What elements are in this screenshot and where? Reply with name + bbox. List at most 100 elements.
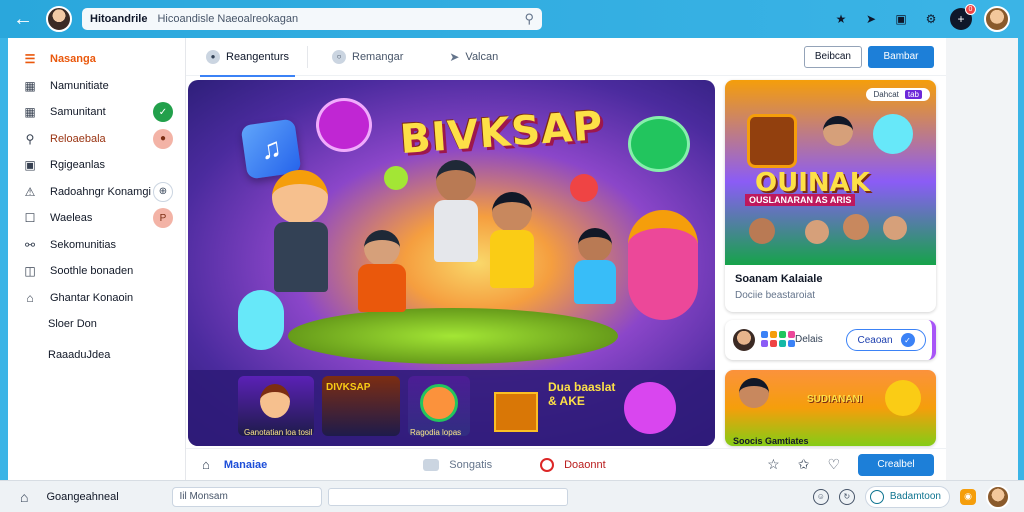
tab-label: Reangenturs: [226, 50, 289, 63]
strip-promo-text: Dua baaslat & AKE: [548, 380, 616, 408]
sidebar-item-rgigeanlas[interactable]: ▣ Rgigeanlas: [8, 152, 185, 179]
menu-icon: ☰: [24, 52, 36, 67]
sidebar-item-waeleas[interactable]: ☐ Waeleas P: [8, 205, 185, 232]
thumbnail-4[interactable]: [488, 376, 542, 436]
p-icon: P: [153, 208, 173, 229]
pink-blob-creature: [624, 382, 676, 434]
left-frame: [0, 38, 8, 480]
profile-avatar[interactable]: [984, 6, 1010, 32]
hero-thumbnail-strip: Ganotatian loa tosil DIVKSAP Ragodia lop…: [188, 370, 715, 446]
hero-title: BIVKSAP: [398, 102, 605, 164]
sidebar-item-label: Radoahngr Konamgi: [50, 185, 151, 198]
url-domain: Hitoandrile: [90, 13, 148, 25]
bell-icon: ⚠: [24, 184, 36, 199]
sidebar-item-samunitant[interactable]: ▦ Samunitant ✓: [8, 99, 185, 126]
promo-caption: Soocis Gamtiates: [733, 436, 809, 446]
thumbnail-caption-2: Ragodia lopas: [410, 428, 462, 437]
cursor-icon[interactable]: ➤: [860, 8, 882, 30]
featured-title: Soanam Kalaiale: [735, 273, 823, 285]
home-icon: ⌂: [26, 290, 34, 305]
sidebar: ☰ Nasanga ▦ Namunitiate ▦ Samunitant ✓ ⚲…: [8, 38, 186, 480]
thumbnail-3[interactable]: [408, 376, 470, 436]
tab-remangar[interactable]: ○ Remangar: [326, 38, 409, 76]
back-arrow-icon[interactable]: ←: [8, 4, 38, 34]
tab-bar: ● Reangenturs ○ Remangar ➤ Valcan Beibca…: [186, 38, 946, 77]
chat-icon: [423, 458, 440, 471]
ghost-creature: [238, 290, 284, 350]
details-card[interactable]: Delais Ceaoan ✓: [725, 320, 936, 360]
sidebar-item-soothle[interactable]: ◫ Soothle bonaden: [8, 258, 185, 285]
refresh-icon[interactable]: ↻: [838, 488, 855, 505]
bottom-avatar[interactable]: [986, 484, 1010, 509]
tab-label: Valcan: [465, 50, 499, 63]
bottom-title: Goangeahneal: [46, 490, 119, 503]
chip-tag: tab: [904, 90, 922, 99]
footer-item-songatis[interactable]: Songatis: [423, 458, 492, 471]
add-icon[interactable]: +0: [950, 4, 976, 30]
bottom-search-field[interactable]: Iil Monsam: [172, 486, 323, 507]
tab-valcan[interactable]: ➤ Valcan: [443, 38, 504, 76]
sidebar-item-radoahngr[interactable]: ⚠ Radoahngr Konamgi ⊕: [8, 179, 185, 206]
sparkle-icon[interactable]: ✩: [798, 456, 810, 473]
sidebar-item-label: Rgigeanlas: [50, 159, 106, 172]
thumbnail-2[interactable]: DIVKSAP: [322, 376, 400, 436]
settings-icon[interactable]: ⚙: [920, 8, 942, 30]
tab-reangenturs[interactable]: ● Reangenturs: [200, 38, 295, 77]
ball-red: [570, 174, 598, 202]
globe-icon: ⊕: [153, 181, 173, 202]
ball-green: [384, 166, 408, 190]
star-icon[interactable]: ☆: [767, 456, 780, 473]
address-bar[interactable]: Hitoandrile Hicoandisle Naeoalreokagan ⚲: [82, 8, 542, 30]
stage-floor: [288, 308, 618, 364]
home-icon[interactable]: ⌂: [20, 489, 28, 505]
sidebar-item-label: RaaaduJdea: [48, 348, 111, 361]
create-button[interactable]: Crealbel: [858, 453, 934, 476]
top-bar: ← Hitoandrile Hicoandisle Naeoalreokagan…: [0, 0, 1024, 38]
status-pill[interactable]: Badamtoon: [864, 485, 950, 508]
footer-label[interactable]: Manaiae: [224, 459, 267, 471]
bottom-bar: ⌂ Goangeahneal Iil Monsam ☺ ↻ Badamtoon …: [0, 480, 1024, 512]
card-chip[interactable]: Dahcat tab: [865, 88, 930, 101]
sidebar-item-namunitiate[interactable]: ▦ Namunitiate: [8, 73, 185, 100]
list-icon: ▦: [24, 78, 36, 93]
sidebar-item-ghantar[interactable]: ⌂ Ghantar Konaoin: [8, 285, 185, 312]
promo-card[interactable]: SUDIANANI Soocis Gamtiates: [725, 370, 936, 446]
heart-icon[interactable]: ♡: [827, 456, 840, 473]
sidebar-item-label: Samunitant: [50, 106, 106, 119]
check-icon: ✓: [153, 102, 173, 123]
thumbnail-1[interactable]: [238, 376, 314, 436]
sidebar-item-label: Reloaebala: [50, 132, 106, 145]
sidebar-item-sekomunitias[interactable]: ⚯ Sekomunitias: [8, 232, 185, 259]
emoji-icon[interactable]: ☺: [812, 488, 829, 505]
featured-art-subtitle: OUSLANARAN AS ARIS: [745, 194, 856, 206]
character-icon[interactable]: ★: [830, 8, 852, 30]
secondary-button[interactable]: Beibcan: [803, 45, 862, 68]
app-icon[interactable]: ◉: [960, 488, 976, 505]
share-icon: ➤: [449, 49, 460, 64]
search-icon[interactable]: ⚲: [524, 11, 534, 27]
footer-item-doaonnt[interactable]: Doaonnt: [540, 457, 606, 472]
globe-icon: ●: [206, 49, 220, 64]
featured-card[interactable]: Dahcat tab OUINAK OUSLANARAN AS ARIS Soa…: [725, 80, 936, 312]
pink-creature: [628, 210, 698, 320]
hero-banner[interactable]: ♫ BIVKSAP Ganotatian loa tosil DIVKSAP R…: [188, 80, 715, 446]
group-icon: ⚯: [24, 237, 36, 252]
user-avatar[interactable]: [46, 6, 72, 32]
tab-divider: [307, 45, 308, 68]
bottom-input[interactable]: [328, 487, 569, 506]
featured-art: Dahcat tab OUINAK OUSLANARAN AS ARIS: [725, 80, 936, 265]
sidebar-item-raaadujdea[interactable]: RaaaduJdea: [8, 342, 185, 369]
details-button[interactable]: Ceaoan ✓: [846, 329, 926, 351]
sidebar-item-reloaebala[interactable]: ⚲ Reloaebala ●: [8, 126, 185, 153]
url-path: Hicoandisle Naeoalreokagan: [157, 13, 299, 25]
sidebar-item-nasanga[interactable]: ☰ Nasanga: [8, 46, 185, 73]
home-icon[interactable]: ⌂: [202, 457, 210, 472]
sidebar-item-sloer-don[interactable]: Sloer Don: [8, 311, 185, 338]
content-footer: ⌂ Manaiae Songatis Doaonnt ☆ ✩ ♡ Crealbe…: [186, 448, 946, 480]
image-icon[interactable]: ▣: [890, 8, 912, 30]
circle-icon: ○: [332, 49, 346, 64]
primary-button[interactable]: Bambar: [868, 45, 934, 68]
sidebar-item-label: Ghantar Konaoin: [50, 291, 134, 304]
main-content: ● Reangenturs ○ Remangar ➤ Valcan Beibca…: [186, 38, 946, 480]
sidebar-item-label: Soothle bonaden: [50, 265, 134, 278]
